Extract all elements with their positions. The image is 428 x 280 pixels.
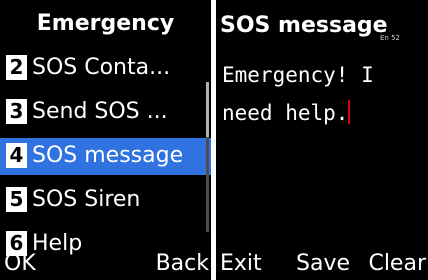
message-line: Emergency! I [222, 63, 374, 87]
input-mode-indicator: En 52 [380, 34, 400, 42]
ok-softkey[interactable]: OK [4, 250, 36, 278]
save-softkey[interactable]: Save [296, 250, 350, 278]
message-text-area[interactable]: Emergency! I need help. [222, 56, 422, 132]
screen-title: Emergency [36, 11, 175, 36]
menu-item-sos-message[interactable]: 4 SOS message [0, 138, 211, 175]
sos-message-editor-screen: SOS message En 52 Emergency! I need help… [216, 0, 428, 280]
item-number-badge: 5 [6, 187, 27, 212]
emergency-menu-screen: Emergency 2 SOS Conta... 3 Send SOS ... … [0, 0, 211, 280]
menu-item-sos-contacts[interactable]: 2 SOS Conta... [0, 50, 211, 87]
item-number-badge: 4 [6, 143, 27, 168]
menu-item-sos-siren[interactable]: 5 SOS Siren [0, 182, 211, 219]
text-cursor [348, 100, 351, 124]
clear-softkey[interactable]: Clear [368, 250, 426, 278]
menu-item-label: Send SOS ... [32, 99, 168, 124]
item-number-badge: 3 [6, 99, 27, 124]
message-line-with-caret: need help. [222, 94, 422, 132]
menu-item-label: SOS message [32, 143, 184, 168]
menu-item-label: SOS Conta... [32, 55, 171, 80]
screen-title: SOS message [220, 13, 388, 38]
exit-softkey[interactable]: Exit [220, 250, 262, 278]
menu-item-label: SOS Siren [32, 187, 141, 212]
back-softkey[interactable]: Back [156, 250, 209, 278]
menu-item-send-sos[interactable]: 3 Send SOS ... [0, 94, 211, 131]
scrollbar-thumb[interactable] [206, 82, 209, 137]
menu-item-label: Help [32, 231, 83, 256]
item-number-badge: 2 [6, 55, 27, 80]
message-line: need help. [222, 101, 349, 125]
